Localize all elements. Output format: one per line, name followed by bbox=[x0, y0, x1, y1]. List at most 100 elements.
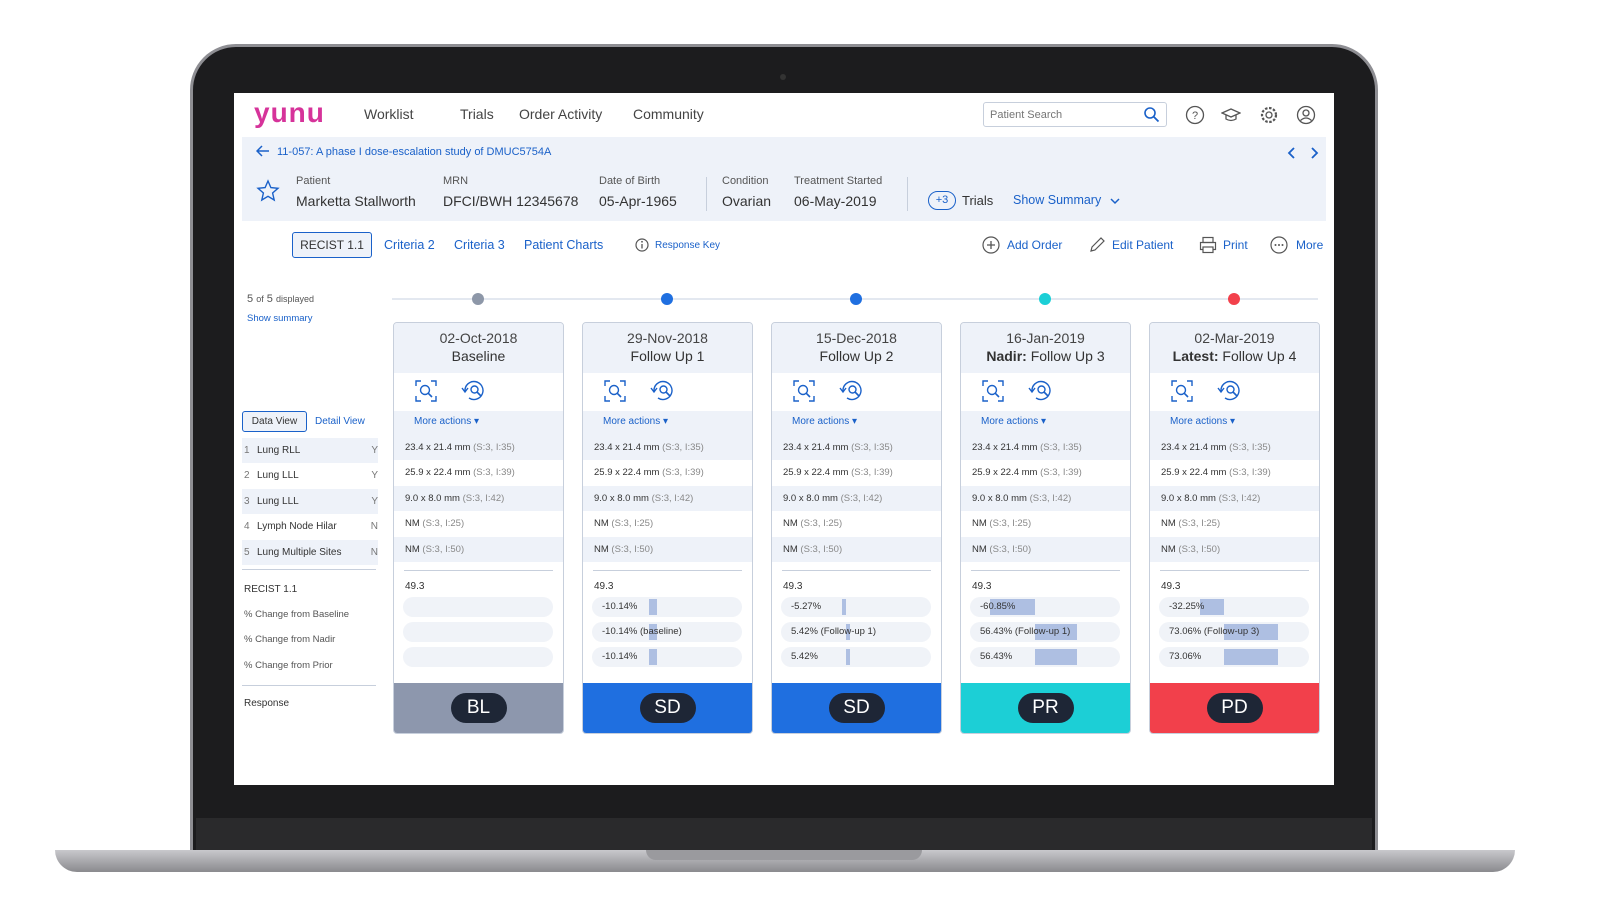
timeline-dot[interactable] bbox=[1039, 293, 1051, 305]
study-link[interactable]: 11-057: A phase I dose-escalation study … bbox=[277, 146, 551, 158]
more-actions-dropdown[interactable]: More actions ▾ bbox=[394, 411, 563, 435]
chevron-right-icon[interactable] bbox=[1308, 146, 1320, 160]
print-icon[interactable] bbox=[1199, 236, 1217, 254]
tab-criteria-2[interactable]: Criteria 2 bbox=[384, 238, 435, 252]
chevron-down-icon[interactable] bbox=[1110, 197, 1120, 205]
measurement-cell[interactable]: 25.9 x 22.4 mm (S:3, I:39) bbox=[772, 460, 941, 485]
response-badge[interactable]: SD bbox=[828, 693, 885, 723]
measurement-value: 23.4 x 21.4 mm bbox=[594, 442, 660, 453]
edit-pencil-icon[interactable] bbox=[1089, 236, 1106, 253]
info-icon[interactable] bbox=[635, 238, 649, 252]
tab-criteria-3[interactable]: Criteria 3 bbox=[454, 238, 505, 252]
measurement-value: NM bbox=[1161, 518, 1176, 530]
tab-recist[interactable]: RECIST 1.1 bbox=[292, 232, 372, 258]
show-summary-toggle[interactable]: Show Summary bbox=[1013, 193, 1101, 207]
trials-label[interactable]: Trials bbox=[962, 193, 993, 208]
response-badge[interactable]: PR bbox=[1017, 693, 1074, 723]
add-circle-icon[interactable] bbox=[982, 236, 1000, 254]
response-badge[interactable]: PD bbox=[1206, 693, 1263, 723]
measurement-cell[interactable]: 23.4 x 21.4 mm (S:3, I:35) bbox=[1150, 435, 1319, 461]
education-icon[interactable] bbox=[1221, 105, 1241, 125]
lesion-row[interactable]: 3 Lung LLL Y bbox=[242, 488, 378, 514]
timeline-dot[interactable] bbox=[1228, 293, 1240, 305]
lesion-row[interactable]: 5 Lung Multiple Sites N bbox=[242, 539, 378, 565]
add-order-button[interactable]: Add Order bbox=[1007, 238, 1062, 252]
percent-change-bar: 5.42% bbox=[781, 646, 931, 667]
nav-worklist[interactable]: Worklist bbox=[364, 106, 414, 122]
nav-order-activity[interactable]: Order Activity bbox=[519, 106, 602, 122]
history-search-icon[interactable] bbox=[1027, 378, 1055, 404]
measurement-value: 9.0 x 8.0 mm bbox=[405, 492, 460, 504]
favorite-star-icon[interactable] bbox=[256, 179, 280, 203]
image-zoom-icon[interactable] bbox=[981, 379, 1005, 403]
measurement-cell[interactable]: 9.0 x 8.0 mm (S:3, I:42) bbox=[961, 485, 1130, 512]
detail-view-button[interactable]: Detail View bbox=[315, 416, 365, 427]
measurement-cell[interactable]: 23.4 x 21.4 mm (S:3, I:35) bbox=[583, 435, 752, 461]
chevron-left-icon[interactable] bbox=[1286, 146, 1298, 160]
lesion-row[interactable]: 4 Lymph Node Hilar N bbox=[242, 514, 378, 539]
measurement-cell[interactable]: NM (S:3, I:50) bbox=[772, 536, 941, 562]
measurement-cell[interactable]: NM (S:3, I:25) bbox=[772, 511, 941, 536]
image-zoom-icon[interactable] bbox=[1170, 379, 1194, 403]
back-arrow-icon[interactable] bbox=[256, 145, 270, 157]
response-badge[interactable]: SD bbox=[639, 693, 696, 723]
response-key-link[interactable]: Response Key bbox=[655, 240, 720, 251]
history-search-icon[interactable] bbox=[838, 378, 866, 404]
nav-trials[interactable]: Trials bbox=[460, 106, 494, 122]
measurement-cell[interactable]: 25.9 x 22.4 mm (S:3, I:39) bbox=[583, 460, 752, 485]
edit-patient-button[interactable]: Edit Patient bbox=[1112, 238, 1173, 252]
measurement-cell[interactable]: 9.0 x 8.0 mm (S:3, I:42) bbox=[583, 485, 752, 512]
image-zoom-icon[interactable] bbox=[792, 379, 816, 403]
measurement-cell[interactable]: NM (S:3, I:50) bbox=[961, 536, 1130, 562]
measurement-cell[interactable]: NM (S:3, I:25) bbox=[394, 511, 563, 536]
nav-community[interactable]: Community bbox=[633, 106, 704, 122]
timeline-dot[interactable] bbox=[661, 293, 673, 305]
timeline-dot[interactable] bbox=[850, 293, 862, 305]
history-search-icon[interactable] bbox=[460, 378, 488, 404]
percent-change-bar bbox=[403, 646, 553, 667]
more-options-icon[interactable] bbox=[1270, 236, 1288, 254]
response-badge[interactable]: BL bbox=[450, 693, 507, 723]
help-icon[interactable]: ? bbox=[1185, 105, 1205, 125]
measurement-cell[interactable]: 23.4 x 21.4 mm (S:3, I:35) bbox=[961, 435, 1130, 461]
settings-gear-icon[interactable] bbox=[1259, 105, 1279, 125]
measurement-cell[interactable]: 9.0 x 8.0 mm (S:3, I:42) bbox=[394, 485, 563, 512]
measurement-cell[interactable]: NM (S:3, I:25) bbox=[961, 511, 1130, 536]
measurement-cell[interactable]: 25.9 x 22.4 mm (S:3, I:39) bbox=[961, 460, 1130, 485]
user-account-icon[interactable] bbox=[1296, 105, 1316, 125]
svg-text:?: ? bbox=[1192, 110, 1198, 122]
tab-patient-charts[interactable]: Patient Charts bbox=[524, 238, 603, 252]
more-actions-dropdown[interactable]: More actions ▾ bbox=[961, 411, 1130, 435]
search-icon[interactable] bbox=[1143, 106, 1160, 123]
history-search-icon[interactable] bbox=[649, 378, 677, 404]
app-logo[interactable]: yunu bbox=[254, 97, 325, 129]
more-actions-dropdown[interactable]: More actions ▾ bbox=[583, 411, 752, 435]
lesion-number: 2 bbox=[244, 470, 250, 482]
image-zoom-icon[interactable] bbox=[414, 379, 438, 403]
measurement-cell[interactable]: NM (S:3, I:25) bbox=[1150, 511, 1319, 536]
data-view-button[interactable]: Data View bbox=[242, 411, 307, 432]
measurement-cell[interactable]: 23.4 x 21.4 mm (S:3, I:35) bbox=[772, 435, 941, 461]
trials-count-badge[interactable]: +3 bbox=[928, 191, 956, 210]
more-actions-dropdown[interactable]: More actions ▾ bbox=[772, 411, 941, 435]
more-button[interactable]: More bbox=[1296, 238, 1323, 252]
show-summary-link[interactable]: Show summary bbox=[247, 313, 312, 324]
print-button[interactable]: Print bbox=[1223, 238, 1248, 252]
percent-change-bar: -5.27% bbox=[781, 596, 931, 617]
lesion-row[interactable]: 1 Lung RLL Y bbox=[242, 438, 378, 463]
history-search-icon[interactable] bbox=[1216, 378, 1244, 404]
measurement-cell[interactable]: NM (S:3, I:50) bbox=[394, 536, 563, 562]
measurement-cell[interactable]: 25.9 x 22.4 mm (S:3, I:39) bbox=[1150, 460, 1319, 485]
measurement-cell[interactable]: 9.0 x 8.0 mm (S:3, I:42) bbox=[772, 485, 941, 512]
measurement-cell[interactable]: 9.0 x 8.0 mm (S:3, I:42) bbox=[1150, 485, 1319, 512]
measurement-cell[interactable]: NM (S:3, I:50) bbox=[1150, 536, 1319, 562]
timeline-dot[interactable] bbox=[472, 293, 484, 305]
measurement-cell[interactable]: 25.9 x 22.4 mm (S:3, I:39) bbox=[394, 460, 563, 485]
measurement-cell[interactable]: NM (S:3, I:25) bbox=[583, 511, 752, 536]
measurement-cell[interactable]: NM (S:3, I:50) bbox=[583, 536, 752, 562]
lesion-row[interactable]: 2 Lung LLL Y bbox=[242, 463, 378, 488]
patient-search-input[interactable] bbox=[988, 104, 1138, 125]
image-zoom-icon[interactable] bbox=[603, 379, 627, 403]
more-actions-dropdown[interactable]: More actions ▾ bbox=[1150, 411, 1319, 435]
measurement-cell[interactable]: 23.4 x 21.4 mm (S:3, I:35) bbox=[394, 435, 563, 461]
